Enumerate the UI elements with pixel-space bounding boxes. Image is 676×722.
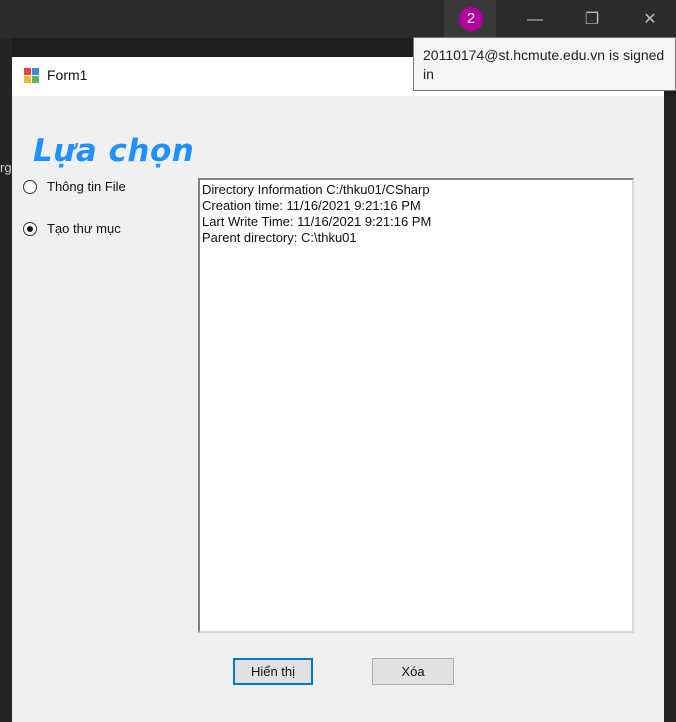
radio-label: Tạo thư mục (47, 221, 121, 236)
minimize-icon[interactable]: — (515, 6, 555, 34)
radio-circle-icon[interactable] (23, 179, 37, 194)
radio-label: Thông tin File (47, 179, 126, 194)
notification-badge[interactable]: 2 (459, 7, 483, 31)
show-button[interactable]: Hiển thị (233, 658, 313, 685)
form-title: Form1 (47, 67, 88, 83)
delete-button[interactable]: Xóa (372, 658, 454, 685)
radio-selected-icon[interactable] (23, 221, 37, 236)
app-icon (24, 68, 40, 84)
output-textbox[interactable]: Directory Information C:/thku01/CSharp C… (198, 178, 634, 633)
form1-window: Form1 Lựa chọn Thông tin File Tạo thư mụ… (12, 57, 664, 722)
output-line: Parent directory: C:\thku01 (202, 230, 357, 245)
output-line: Directory Information C:/thku01/CSharp (202, 182, 430, 197)
host-partial-text: rg (0, 160, 12, 175)
close-icon[interactable]: ✕ (630, 6, 670, 34)
options-heading: Lựa chọn (33, 133, 195, 169)
account-tooltip: 20110174@st.hcmute.edu.vn is signed in (413, 37, 676, 91)
host-right-panel (664, 96, 676, 722)
output-line: Creation time: 11/16/2021 9:21:16 PM (202, 198, 421, 213)
output-line: Lart Write Time: 11/16/2021 9:21:16 PM (202, 214, 432, 229)
restore-icon[interactable]: ❐ (572, 6, 612, 34)
radio-create-folder[interactable]: Tạo thư mục (23, 221, 121, 236)
host-left-panel: rg (0, 38, 12, 722)
radio-file-info[interactable]: Thông tin File (23, 179, 126, 194)
